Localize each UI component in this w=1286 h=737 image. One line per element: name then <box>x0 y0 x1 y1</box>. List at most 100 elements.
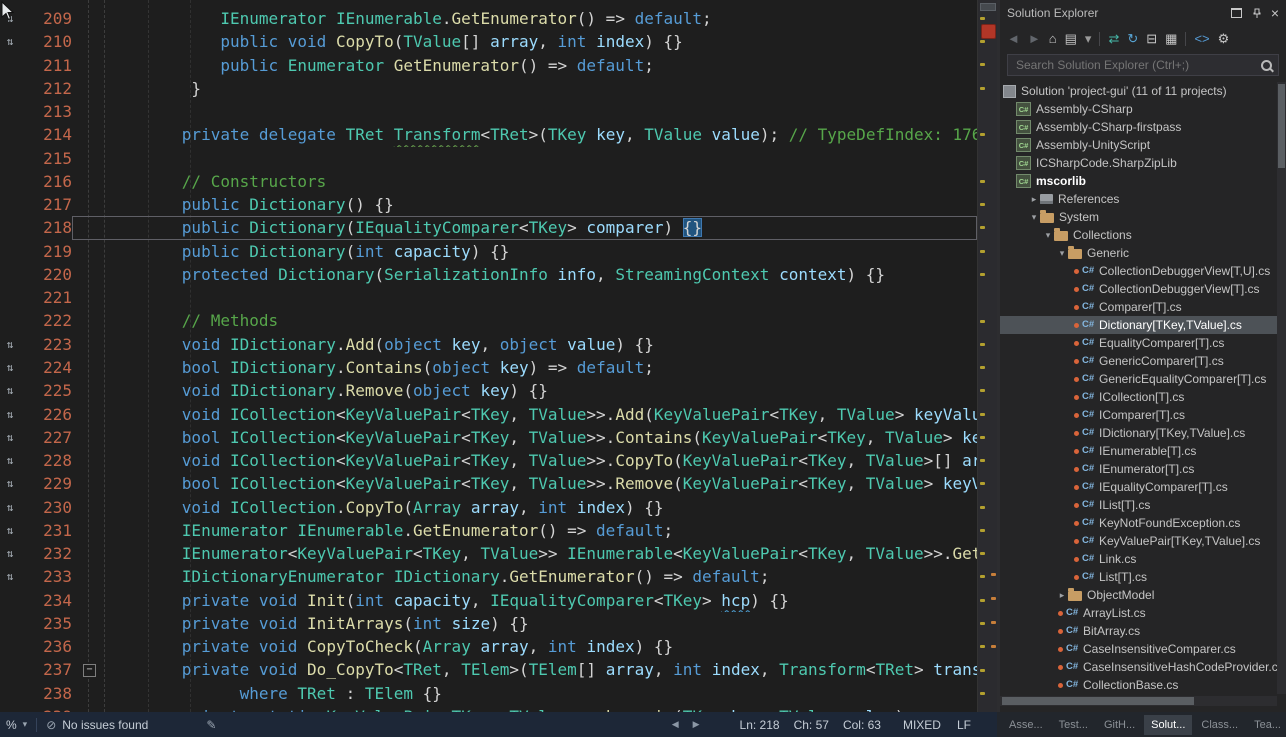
line-number[interactable]: 215 <box>20 147 72 170</box>
panel-tab-asse[interactable]: Asse... <box>1002 715 1050 735</box>
code-text[interactable]: IEnumerator<KeyValuePair<TKey, TValue>> … <box>72 542 977 565</box>
code-line-219[interactable]: 219 public Dictionary(int capacity) {} <box>0 240 977 263</box>
tree-item[interactable]: C#Assembly-CSharp-firstpass <box>1000 118 1277 136</box>
line-number[interactable]: 234 <box>20 589 72 612</box>
char-indicator[interactable]: Ch: 57 <box>794 718 829 732</box>
tree-item[interactable]: C#mscorlib <box>1000 172 1277 190</box>
code-text[interactable]: public Dictionary(int capacity) {} <box>72 240 977 263</box>
code-line-220[interactable]: 220 protected Dictionary(SerializationIn… <box>0 263 977 286</box>
tree-item[interactable]: ▸References <box>1000 190 1277 208</box>
implements-indicator-icon[interactable]: ⇅ <box>0 356 20 379</box>
scrollbar-thumb[interactable] <box>1278 84 1285 168</box>
line-number[interactable]: 219 <box>20 240 72 263</box>
expand-arrow-icon[interactable]: ▸ <box>1056 590 1068 601</box>
zoom-control[interactable]: % <box>6 718 17 732</box>
code-text[interactable] <box>72 147 977 170</box>
panel-tab-tea[interactable]: Tea... <box>1247 715 1286 735</box>
tree-item[interactable]: C#IComparer[T].cs <box>1000 406 1277 424</box>
code-line-232[interactable]: ⇅232 IEnumerator<KeyValuePair<TKey, TVal… <box>0 542 977 565</box>
tree-item[interactable]: C#IDictionary[TKey,TValue].cs <box>1000 424 1277 442</box>
code-line-224[interactable]: ⇅224 bool IDictionary.Contains(object ke… <box>0 356 977 379</box>
line-number[interactable]: 216 <box>20 170 72 193</box>
line-number[interactable]: 209 <box>20 7 72 30</box>
window-position-icon[interactable] <box>1231 8 1242 18</box>
tree-item[interactable]: C#CollectionDebuggerView[T,U].cs <box>1000 262 1277 280</box>
code-line-229[interactable]: ⇅229 bool ICollection<KeyValuePair<TKey,… <box>0 472 977 495</box>
tree-item[interactable]: C#KeyValuePair[TKey,TValue].cs <box>1000 532 1277 550</box>
panel-tab-solut[interactable]: Solut... <box>1144 715 1192 735</box>
code-line-210[interactable]: ⇅210 public void CopyTo(TValue[] array, … <box>0 30 977 53</box>
code-text[interactable]: protected Dictionary(SerializationInfo i… <box>72 263 977 286</box>
sync-with-active-document-icon[interactable]: ⇄ <box>1108 32 1119 45</box>
line-number[interactable]: 212 <box>20 77 72 100</box>
line-number[interactable]: 224 <box>20 356 72 379</box>
code-text[interactable] <box>72 100 977 123</box>
line-number[interactable]: 220 <box>20 263 72 286</box>
tree-item[interactable]: C#Link.cs <box>1000 550 1277 568</box>
line-number[interactable]: 235 <box>20 612 72 635</box>
code-line-238[interactable]: 238 where TRet : TElem {} <box>0 682 977 705</box>
code-line-222[interactable]: 222 // Methods <box>0 309 977 332</box>
tree-item[interactable]: C#Comparer[T].cs <box>1000 298 1277 316</box>
panel-title-bar[interactable]: Solution Explorer × <box>1000 0 1286 26</box>
code-line-213[interactable]: 213 <box>0 100 977 123</box>
code-text[interactable]: bool ICollection<KeyValuePair<TKey, TVal… <box>72 426 977 449</box>
tree-item[interactable]: C#CaseInsensitiveHashCodeProvider.cs <box>1000 658 1277 676</box>
implements-indicator-icon[interactable]: ⇅ <box>0 449 20 472</box>
tree-item[interactable]: C#ICSharpCode.SharpZipLib <box>1000 154 1277 172</box>
code-text[interactable]: public Enumerator GetEnumerator() => def… <box>72 54 977 77</box>
solution-tree[interactable]: Solution 'project-gui' (11 of 11 project… <box>1000 82 1277 694</box>
code-text[interactable]: bool IDictionary.Contains(object key) =>… <box>72 356 977 379</box>
line-number[interactable]: 225 <box>20 379 72 402</box>
search-icon[interactable] <box>1261 60 1272 71</box>
code-line-225[interactable]: ⇅225 void IDictionary.Remove(object key)… <box>0 379 977 402</box>
tree-item[interactable]: C#CaseInsensitiveComparer.cs <box>1000 640 1277 658</box>
line-indicator[interactable]: Ln: 218 <box>740 718 780 732</box>
line-number[interactable]: 231 <box>20 519 72 542</box>
hscroll-right-icon[interactable]: ▶ <box>693 719 700 730</box>
line-number[interactable]: 213 <box>20 100 72 123</box>
code-text[interactable]: void ICollection<KeyValuePair<TKey, TVal… <box>72 403 977 426</box>
code-line-233[interactable]: ⇅233 IDictionaryEnumerator IDictionary.G… <box>0 565 977 588</box>
line-number[interactable]: 229 <box>20 472 72 495</box>
line-number[interactable]: 222 <box>20 309 72 332</box>
tree-item[interactable]: C#KeyNotFoundException.cs <box>1000 514 1277 532</box>
line-number[interactable]: 238 <box>20 682 72 705</box>
scrollbar-thumb[interactable] <box>1002 697 1194 705</box>
tree-item[interactable]: C#IEqualityComparer[T].cs <box>1000 478 1277 496</box>
tree-item[interactable]: C#GenericEqualityComparer[T].cs <box>1000 370 1277 388</box>
code-text[interactable]: where TRet : TElem {} <box>72 682 977 705</box>
implements-indicator-icon[interactable]: ⇅ <box>0 333 20 356</box>
line-number[interactable]: 237 <box>20 658 72 681</box>
tree-item[interactable]: ▾Collections <box>1000 226 1277 244</box>
tree-item[interactable]: Solution 'project-gui' (11 of 11 project… <box>1000 82 1277 100</box>
pin-icon[interactable] <box>1252 8 1262 19</box>
line-number[interactable]: 239 <box>20 705 72 712</box>
code-line-218[interactable]: 218 public Dictionary(IEqualityComparer<… <box>0 216 977 239</box>
line-number[interactable]: 217 <box>20 193 72 216</box>
code-text[interactable]: IDictionaryEnumerator IDictionary.GetEnu… <box>72 565 977 588</box>
editor-vertical-scrollbar[interactable] <box>977 0 998 712</box>
code-text[interactable]: IEnumerator IEnumerable.GetEnumerator() … <box>72 519 977 542</box>
line-number[interactable]: 228 <box>20 449 72 472</box>
tree-vertical-scrollbar[interactable] <box>1277 82 1286 694</box>
collapse-arrow-icon[interactable]: ▾ <box>1056 248 1068 259</box>
code-line-234[interactable]: 234 private void Init(int capacity, IEqu… <box>0 589 977 612</box>
line-number[interactable]: 210 <box>20 30 72 53</box>
code-line-235[interactable]: 235 private void InitArrays(int size) {} <box>0 612 977 635</box>
collapse-arrow-icon[interactable]: ▾ <box>1042 230 1054 241</box>
hscroll-left-icon[interactable]: ◀ <box>672 719 679 730</box>
tree-item[interactable]: C#GenericComparer[T].cs <box>1000 352 1277 370</box>
code-text[interactable]: private delegate TRet Transform<TRet>(TK… <box>72 123 977 146</box>
tree-item[interactable]: C#CollectionDebuggerView[T].cs <box>1000 280 1277 298</box>
line-ending-indicator[interactable]: LF <box>957 718 971 732</box>
line-number[interactable]: 223 <box>20 333 72 356</box>
encoding-indicator[interactable]: MIXED <box>903 718 941 732</box>
fold-collapse-icon[interactable]: − <box>83 664 96 677</box>
collapse-arrow-icon[interactable]: ▾ <box>1028 212 1040 223</box>
tree-item[interactable]: ▸ObjectModel <box>1000 586 1277 604</box>
tree-item[interactable]: C#Assembly-UnityScript <box>1000 136 1277 154</box>
code-line-214[interactable]: 214 private delegate TRet Transform<TRet… <box>0 123 977 146</box>
tree-item[interactable]: C#EqualityComparer[T].cs <box>1000 334 1277 352</box>
code-line-223[interactable]: ⇅223 void IDictionary.Add(object key, ob… <box>0 333 977 356</box>
